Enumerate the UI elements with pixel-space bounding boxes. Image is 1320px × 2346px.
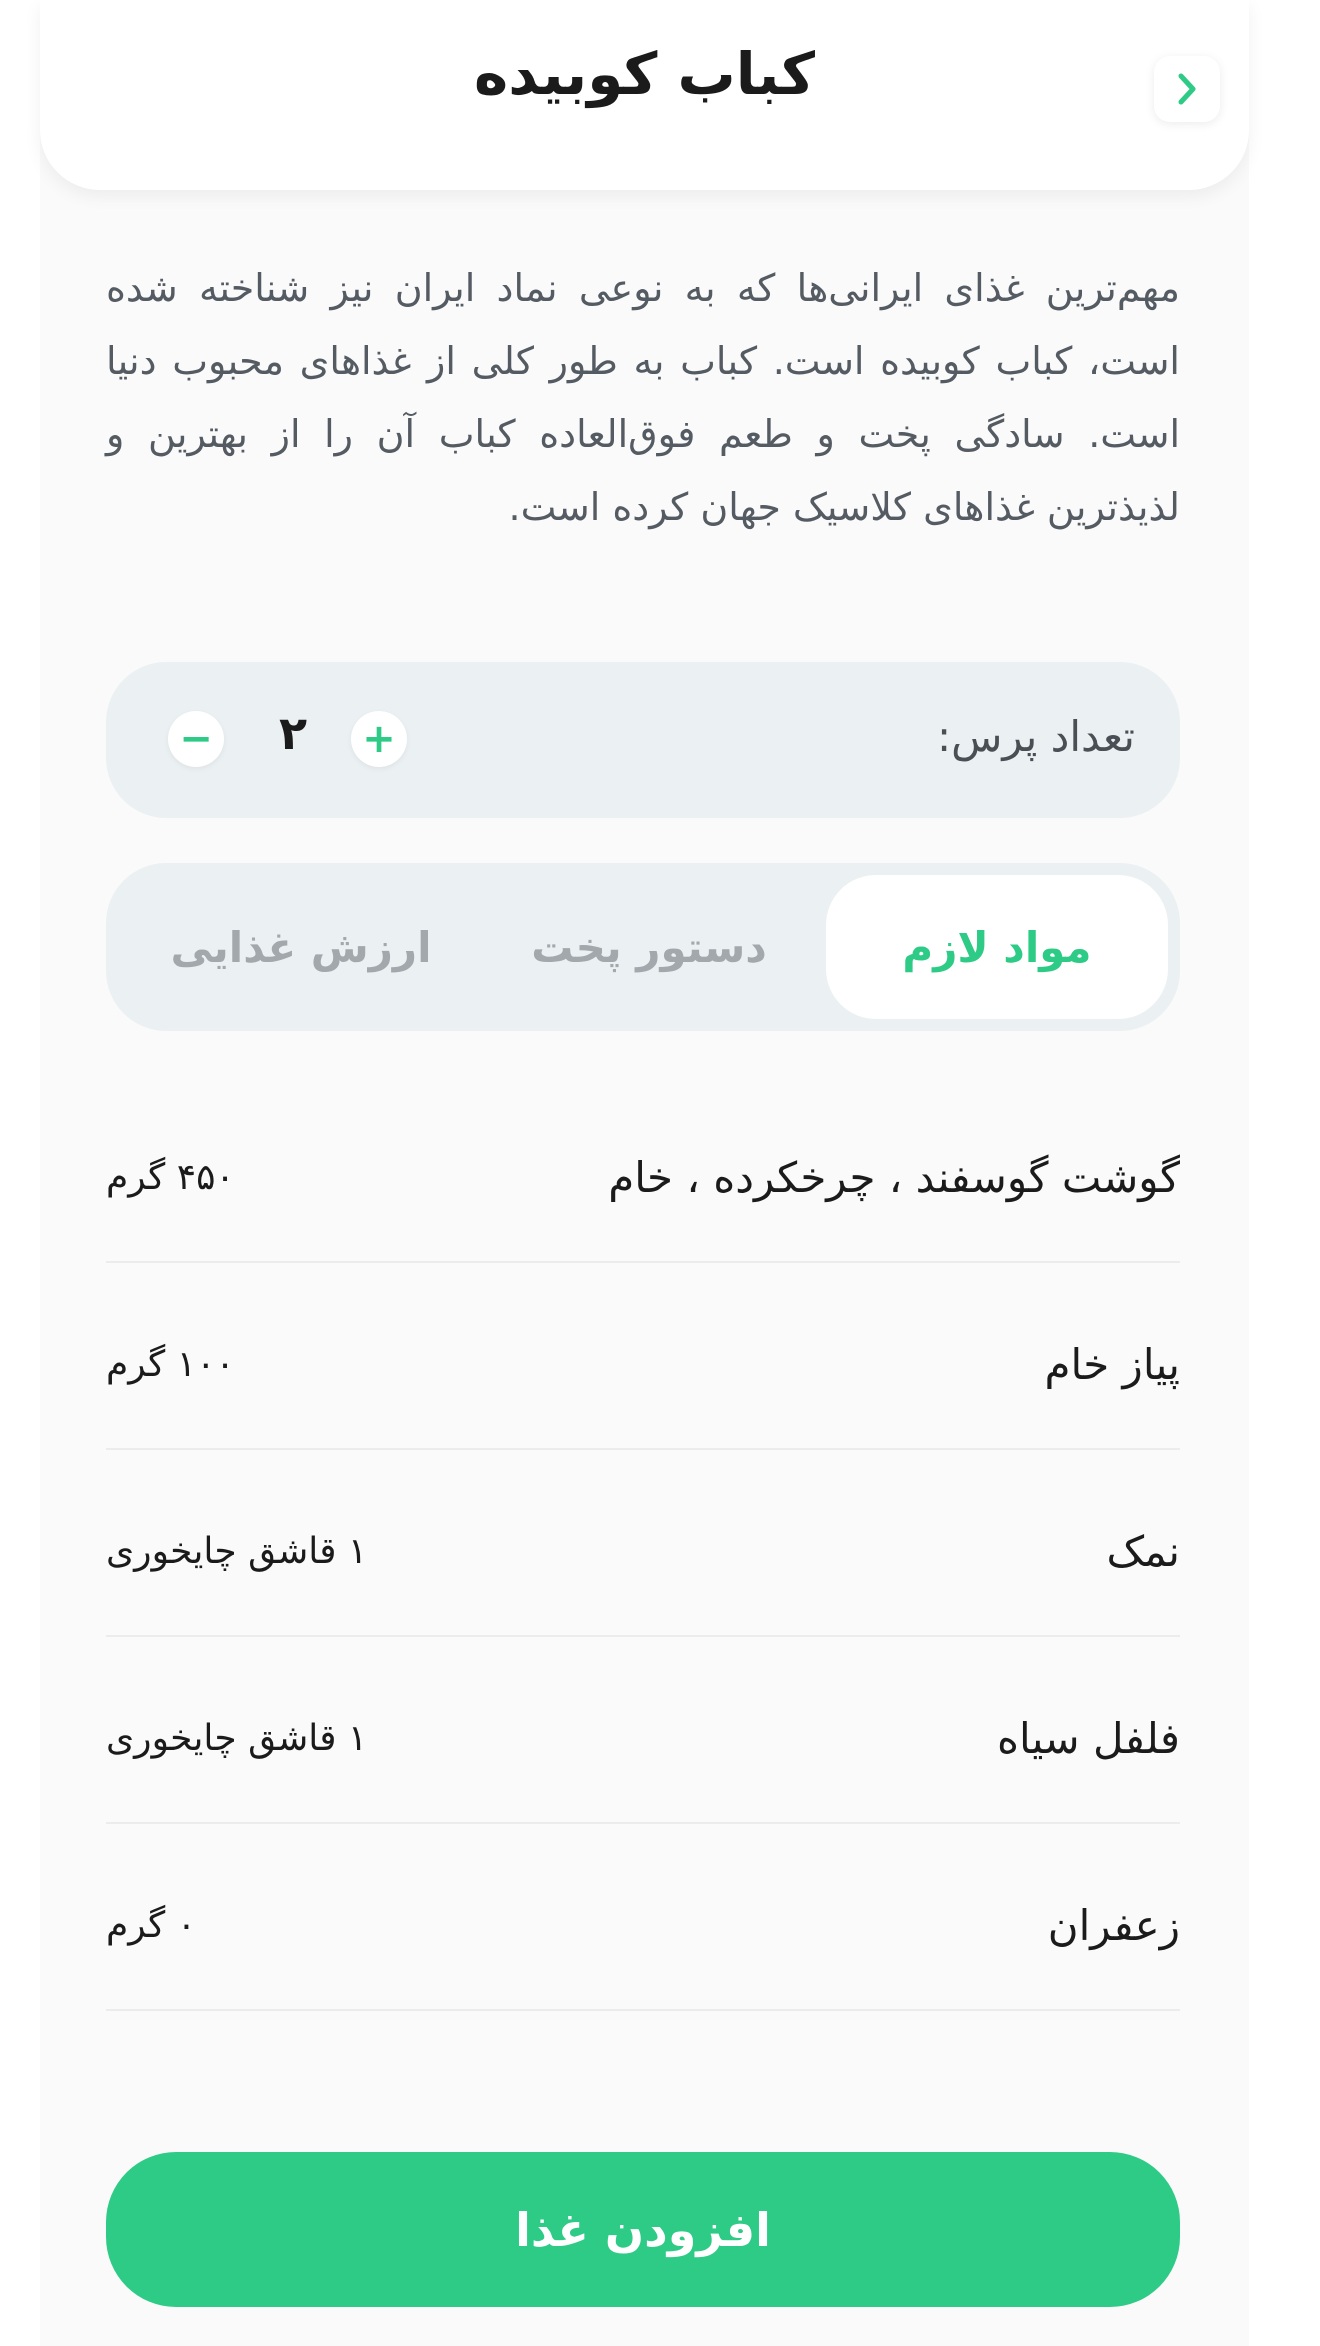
tab-cooking-instructions[interactable]: دستور پخت	[478, 875, 820, 1019]
ingredient-name: فلفل سیاه	[996, 1714, 1180, 1763]
serving-count-value: ۲	[278, 706, 308, 760]
page-title: کباب کوبیده	[474, 40, 815, 108]
tab-nutrition[interactable]: ارزش غذایی	[130, 875, 472, 1019]
ingredient-amount: ۰ گرم	[106, 1905, 197, 1946]
ingredients-list: گوشت گوسفند ، چرخکرده ، خام ۴۵۰ گرم پیاز…	[106, 1076, 1180, 2011]
ingredient-name: گوشت گوسفند ، چرخکرده ، خام	[608, 1153, 1180, 1202]
add-food-button[interactable]: افزودن غذا	[106, 2152, 1180, 2307]
list-item: گوشت گوسفند ، چرخکرده ، خام ۴۵۰ گرم	[106, 1076, 1180, 1263]
list-item: زعفران ۰ گرم	[106, 1824, 1180, 2011]
recipe-description: مهم‌ترین غذای ایرانی‌ها که به نوعی نماد …	[106, 266, 1180, 529]
minus-icon: −	[179, 716, 213, 762]
serving-count-panel: تعداد پرس: − ۲ +	[106, 662, 1180, 818]
tab-ingredients[interactable]: مواد لازم	[826, 875, 1168, 1019]
serving-count-label: تعداد پرس:	[936, 712, 1135, 761]
ingredient-name: نمک	[1106, 1527, 1180, 1576]
ingredient-amount: ۱ قاشق چایخوری	[106, 1718, 368, 1759]
back-button[interactable]	[1154, 56, 1220, 122]
chevron-icon	[1178, 73, 1196, 105]
ingredient-amount: ۱ قاشق چایخوری	[106, 1531, 368, 1572]
list-item: پیاز خام ۱۰۰ گرم	[106, 1263, 1180, 1450]
recipe-tabs: مواد لازم دستور پخت ارزش غذایی	[106, 863, 1180, 1031]
ingredient-name: پیاز خام	[1044, 1340, 1180, 1389]
ingredient-amount: ۱۰۰ گرم	[106, 1344, 235, 1385]
plus-icon: +	[362, 716, 396, 762]
ingredient-name: زعفران	[1047, 1901, 1180, 1950]
list-item: نمک ۱ قاشق چایخوری	[106, 1450, 1180, 1637]
increase-button[interactable]: +	[351, 711, 407, 767]
list-item: فلفل سیاه ۱ قاشق چایخوری	[106, 1637, 1180, 1824]
decrease-button[interactable]: −	[168, 711, 224, 767]
app-header: کباب کوبیده	[40, 0, 1249, 190]
ingredient-amount: ۴۵۰ گرم	[106, 1157, 235, 1198]
